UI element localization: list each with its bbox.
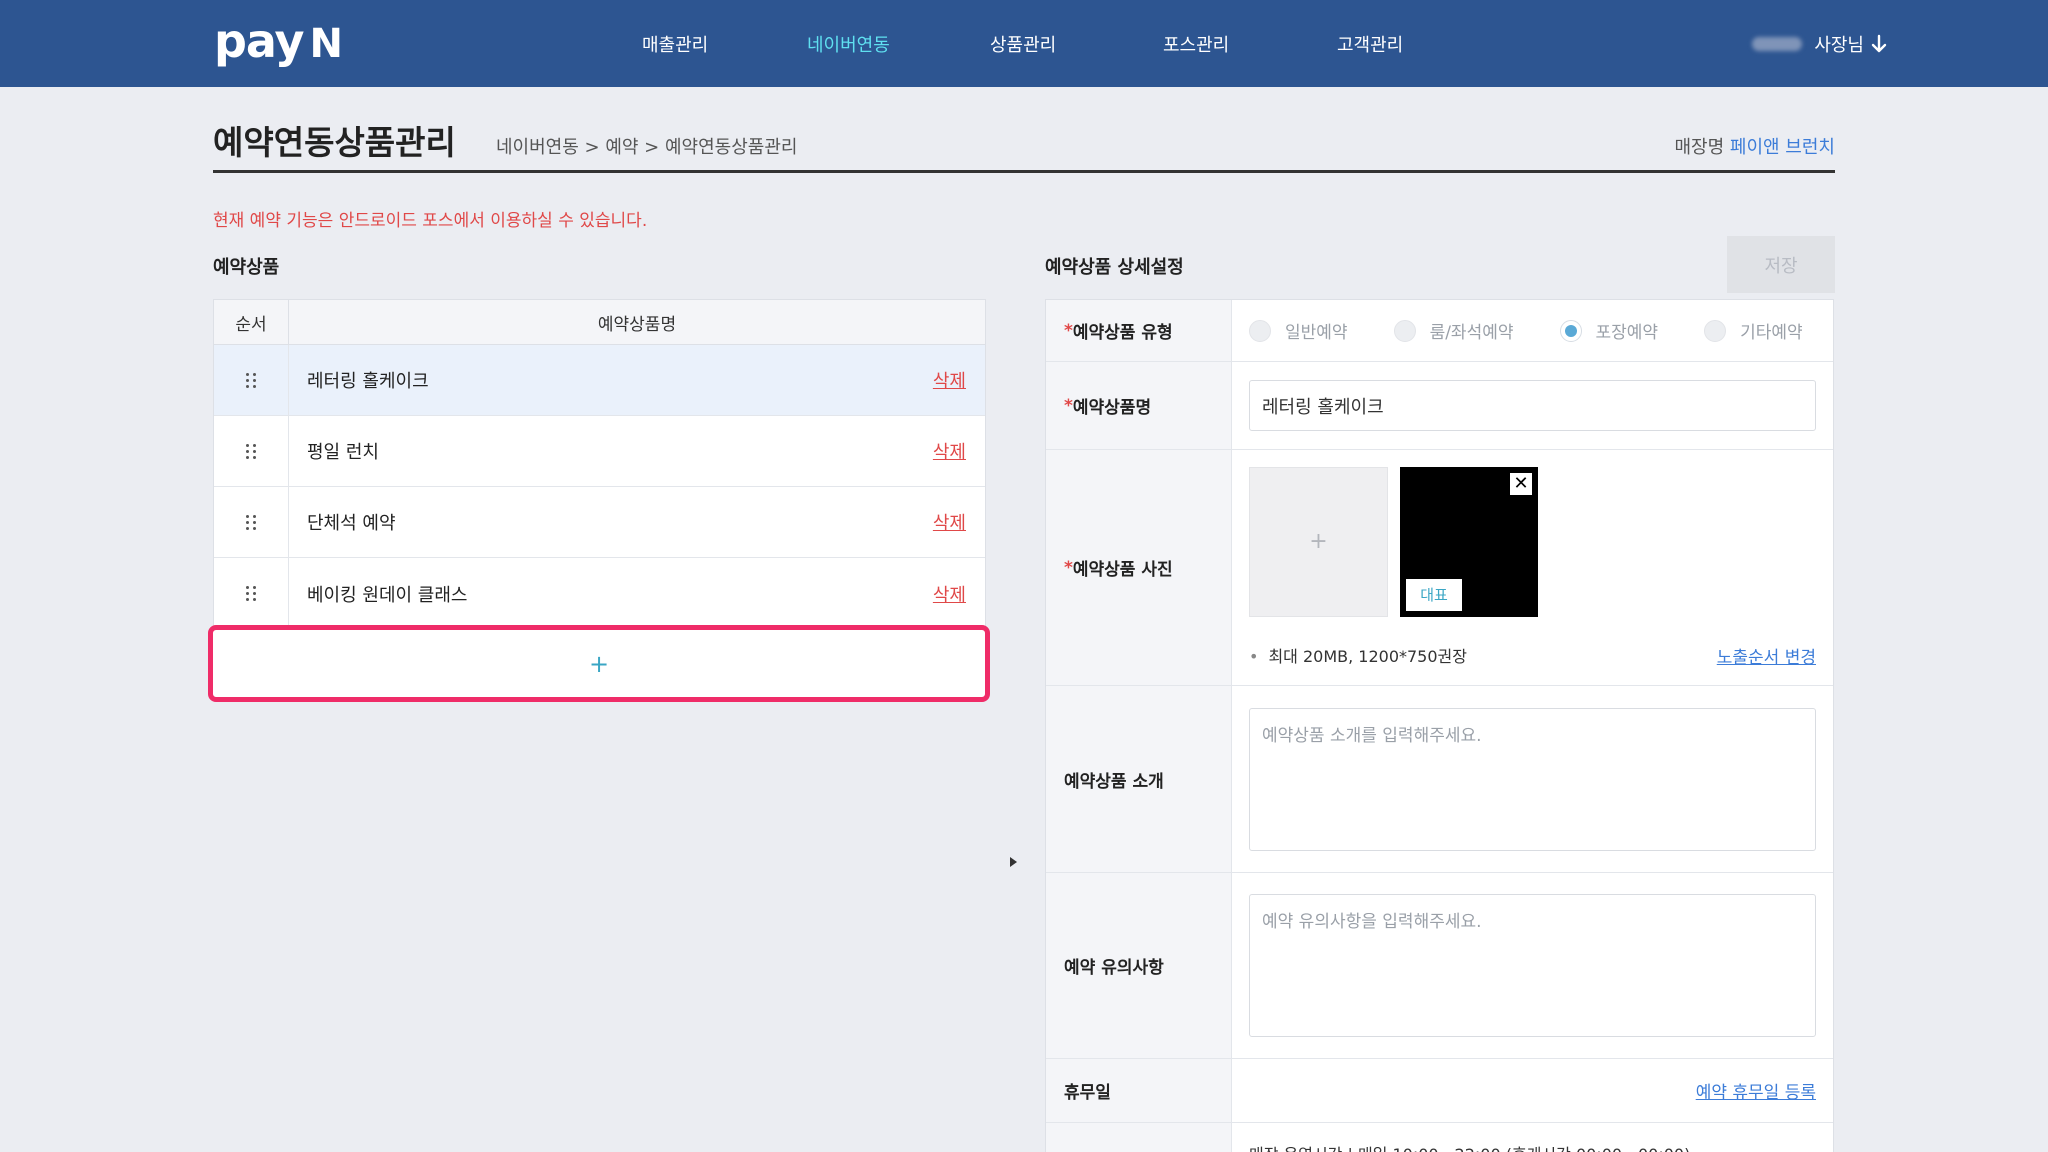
product-name: 베이킹 원데이 클래스 xyxy=(307,584,468,606)
table-row[interactable]: 레터링 홀케이크 삭제 xyxy=(214,345,985,416)
representative-badge: 대표 xyxy=(1406,578,1462,611)
top-navigation-bar: pay N 매출관리 네이버연동 상품관리 포스관리 고객관리 사장님 xyxy=(0,0,2048,87)
delete-link[interactable]: 삭제 xyxy=(933,438,966,464)
logo-text: pay xyxy=(214,14,305,68)
form-row-photo: *예약상품 사진 + ✕ 대표 최대 20MB, 1200*750권장 노출순서… xyxy=(1046,450,1833,686)
drag-handle-icon[interactable] xyxy=(214,345,289,415)
change-order-link[interactable]: 노출순서 변경 xyxy=(1717,643,1816,668)
store-hours-text: 매장 운영시간 | 매일 10:00 - 22:00 (휴게시간 00:00 -… xyxy=(1249,1141,1690,1152)
type-radio-group: 일반예약 룸/좌석예약 포장예약 기타예약 xyxy=(1249,318,1816,343)
panel-toggle-arrow-icon[interactable] xyxy=(1010,857,1017,867)
close-icon[interactable]: ✕ xyxy=(1510,472,1532,495)
intro-textarea[interactable] xyxy=(1249,707,1816,851)
col-name-header: 예약상품명 xyxy=(597,314,677,335)
title-divider xyxy=(213,170,1835,173)
nav-sales[interactable]: 매출관리 xyxy=(642,31,708,57)
redacted-username xyxy=(1752,37,1803,51)
photo-thumbnail[interactable]: ✕ 대표 xyxy=(1400,466,1538,617)
form-row-name: * 예약상품명 xyxy=(1046,362,1833,450)
breadcrumb: 네이버연동 > 예약 > 예약연동상품관리 xyxy=(496,137,798,158)
notes-label: 예약 유의사항 xyxy=(1046,873,1232,1058)
table-row[interactable]: 베이킹 원데이 클래스 삭제 xyxy=(214,558,985,629)
radio-circle-icon xyxy=(1249,319,1271,342)
type-label: 예약상품 유형 xyxy=(1072,323,1173,343)
android-notice: 현재 예약 기능은 안드로이드 포스에서 이용하실 수 있습니다. xyxy=(213,211,648,231)
radio-general[interactable]: 일반예약 xyxy=(1249,318,1348,343)
drag-handle-icon[interactable] xyxy=(214,558,289,629)
plus-icon: + xyxy=(1309,529,1328,554)
reservation-product-table: 순서 예약상품명 레터링 홀케이크 삭제 평일 런치 삭제 단체석 예약 삭제 xyxy=(213,299,986,630)
radio-circle-icon xyxy=(1393,319,1416,342)
logo-suffix: N xyxy=(309,21,343,67)
product-name: 평일 런치 xyxy=(307,442,379,463)
user-menu[interactable]: 사장님 xyxy=(1752,31,1888,57)
store-name[interactable]: 페이앤 브런치 xyxy=(1730,137,1835,158)
table-row[interactable]: 평일 런치 삭제 xyxy=(214,416,985,487)
form-row-type: * 예약상품 유형 일반예약 룸/좌석예약 포장예약 기타예약 xyxy=(1046,300,1833,362)
radio-checked-icon xyxy=(1559,319,1582,342)
user-label: 사장님 xyxy=(1814,35,1864,56)
list-section-title: 예약상품 xyxy=(213,257,280,278)
table-header: 순서 예약상품명 xyxy=(214,300,985,345)
name-label: 예약상품명 xyxy=(1072,398,1152,418)
add-product-button[interactable]: + xyxy=(208,625,990,702)
detail-form: *예약상품 유형 일반예약 룸/좌석예약 포장예약 기타예약 *예약상품명 *예… xyxy=(1045,299,1834,1152)
radio-takeout[interactable]: 포장예약 xyxy=(1559,318,1658,343)
nav-pos[interactable]: 포스관리 xyxy=(1163,31,1229,57)
form-row-hours: 매장 운영시간 | 매일 10:00 - 22:00 (휴게시간 00:00 -… xyxy=(1046,1123,1833,1152)
product-name: 단체석 예약 xyxy=(307,513,396,534)
delete-link[interactable]: 삭제 xyxy=(933,509,966,535)
delete-link[interactable]: 삭제 xyxy=(933,581,966,607)
photo-label: 예약상품 사진 xyxy=(1072,560,1173,580)
form-row-intro: 예약상품 소개 xyxy=(1046,686,1833,873)
page-title: 예약연동상품관리 xyxy=(213,123,456,162)
col-order-header: 순서 xyxy=(214,300,289,344)
product-name-input[interactable] xyxy=(1249,380,1816,431)
radio-other[interactable]: 기타예약 xyxy=(1704,318,1803,343)
payn-logo[interactable]: pay N xyxy=(214,14,343,68)
drag-handle-icon[interactable] xyxy=(214,416,289,486)
form-row-notes: 예약 유의사항 xyxy=(1046,873,1833,1059)
arrow-down-icon xyxy=(1871,34,1887,53)
store-info: 매장명 페이앤 브런치 xyxy=(1674,133,1835,159)
radio-circle-icon xyxy=(1704,319,1727,342)
form-row-holiday: 휴무일 예약 휴무일 등록 xyxy=(1046,1059,1833,1123)
product-name: 레터링 홀케이크 xyxy=(307,371,429,392)
photo-size-hint: 최대 20MB, 1200*750권장 xyxy=(1249,643,1467,667)
save-button[interactable]: 저장 xyxy=(1727,236,1835,293)
nav-naver-integration[interactable]: 네이버연동 xyxy=(807,31,890,57)
plus-icon: + xyxy=(588,649,610,678)
intro-label: 예약상품 소개 xyxy=(1046,686,1232,872)
store-label: 매장명 xyxy=(1674,137,1725,158)
delete-link[interactable]: 삭제 xyxy=(933,367,966,393)
table-row[interactable]: 단체석 예약 삭제 xyxy=(214,487,985,558)
add-photo-button[interactable]: + xyxy=(1249,466,1388,617)
notes-textarea[interactable] xyxy=(1249,894,1816,1037)
register-holiday-link[interactable]: 예약 휴무일 등록 xyxy=(1696,1078,1816,1103)
holiday-label: 휴무일 xyxy=(1046,1059,1232,1122)
nav-customers[interactable]: 고객관리 xyxy=(1337,31,1403,57)
radio-room-seat[interactable]: 룸/좌석예약 xyxy=(1393,318,1514,343)
detail-section-title: 예약상품 상세설정 xyxy=(1045,257,1184,278)
drag-handle-icon[interactable] xyxy=(214,487,289,557)
nav-products[interactable]: 상품관리 xyxy=(990,31,1056,57)
